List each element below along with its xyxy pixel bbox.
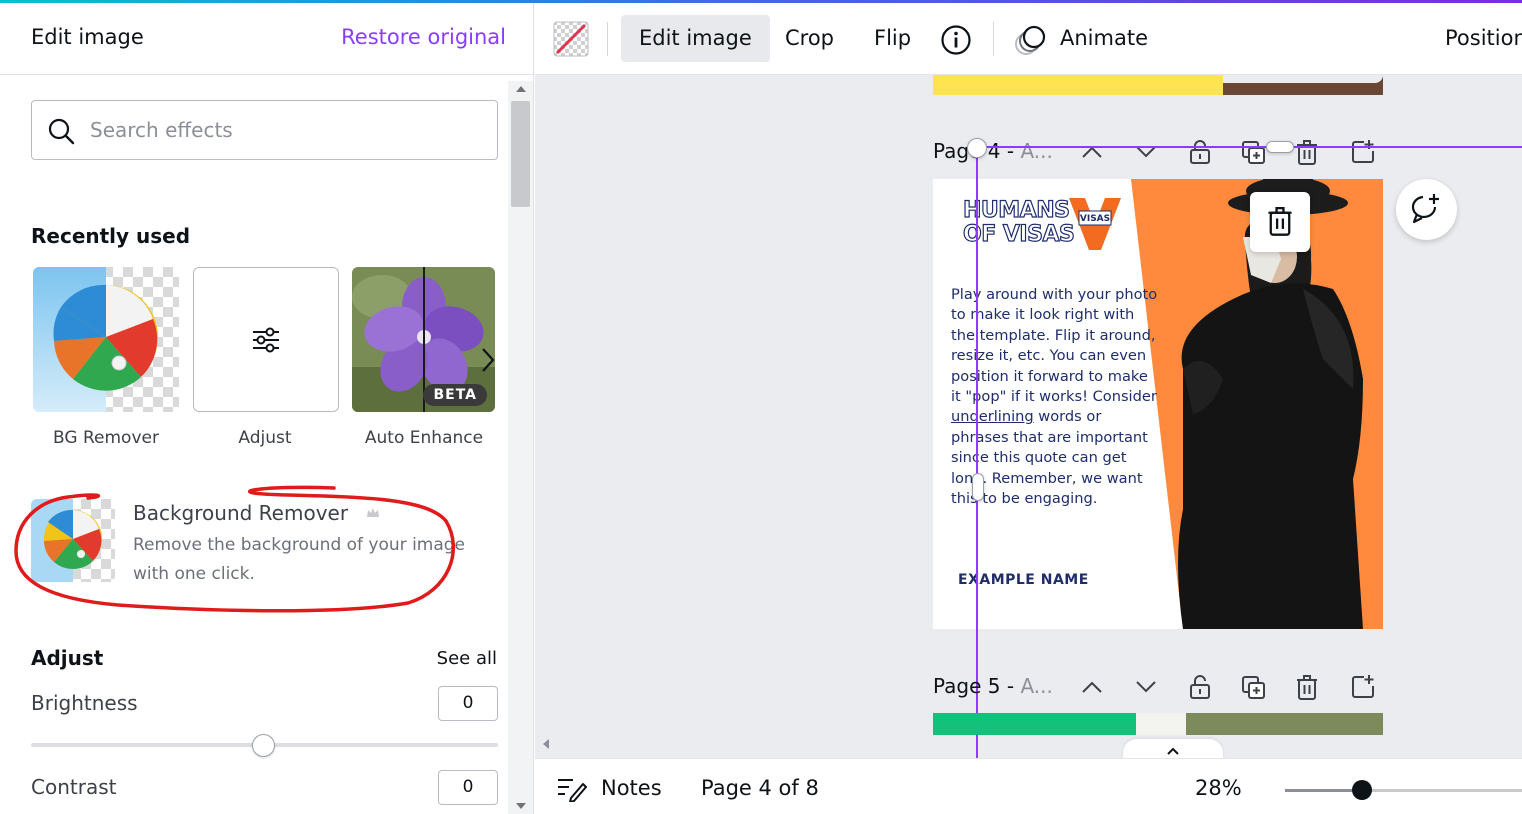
page-4-design[interactable]: HUMANS OF VISAS VISAS Play around with y…	[933, 179, 1383, 629]
auto-enhance-tile[interactable]: BETA	[352, 267, 495, 412]
auto-enhance-label: Auto Enhance	[364, 428, 484, 448]
page-5-label[interactable]: Page 5 - A...	[933, 674, 1053, 698]
scroll-left-arrow[interactable]	[543, 739, 549, 749]
adjust-tile[interactable]	[193, 267, 339, 412]
panel-scrollbar[interactable]	[508, 81, 533, 814]
delete-element-button[interactable]	[1250, 192, 1310, 252]
trash-icon	[1268, 207, 1292, 236]
chevron-up-icon[interactable]	[1081, 680, 1103, 694]
page-3-preview[interactable]	[933, 75, 1383, 95]
brightness-value-input[interactable]: 0	[438, 686, 498, 721]
zoom-percentage[interactable]: 28%	[1195, 776, 1242, 800]
see-all-link[interactable]: See all	[437, 648, 497, 669]
add-page-icon[interactable]	[1350, 674, 1376, 700]
selection-side-handle[interactable]	[972, 473, 984, 501]
visas-badge-text: VISAS	[1079, 214, 1111, 224]
page-4-label[interactable]: Page 4 - A...	[933, 139, 1053, 163]
recently-used-heading: Recently used	[31, 224, 191, 248]
edit-image-button[interactable]: Edit image	[621, 15, 770, 62]
adjust-sliders-icon	[253, 327, 279, 353]
scroll-down-arrow[interactable]	[516, 803, 526, 809]
adjust-heading: Adjust	[31, 646, 104, 670]
beta-badge: BETA	[423, 384, 487, 406]
beach-ball-image	[31, 499, 102, 582]
brightness-label: Brightness	[31, 691, 138, 715]
toolbar-divider	[607, 22, 608, 56]
panel-title: Edit image	[31, 25, 144, 49]
humans-of-visas-logo-text: HUMANS OF VISAS	[962, 198, 1075, 247]
page-indicator[interactable]: Page 4 of 8	[701, 776, 819, 800]
lock-icon[interactable]	[1189, 139, 1211, 165]
position-button[interactable]: Position	[1427, 15, 1522, 62]
adjust-label: Adjust	[238, 428, 292, 448]
edit-image-panel: Edit image Restore original Recently use…	[0, 3, 534, 814]
flip-button[interactable]: Flip	[856, 15, 929, 62]
transparency-icon[interactable]	[553, 21, 589, 61]
bg-remover-label: BG Remover	[53, 428, 159, 448]
image-toolbar: Edit image Crop Flip Animate Position	[535, 3, 1522, 75]
add-comment-button[interactable]	[1396, 179, 1457, 240]
contrast-value-input[interactable]: 0	[438, 770, 498, 805]
toolbar-divider	[993, 22, 994, 56]
background-remover-title[interactable]: Background Remover	[133, 501, 348, 525]
visas-v-logo	[1069, 198, 1121, 250]
selection-corner-handle[interactable]	[967, 138, 987, 158]
crown-icon	[367, 508, 379, 517]
bottom-bar: Notes Page 4 of 8 28%	[535, 758, 1522, 814]
page-5-header: Page 5 - A...	[933, 674, 1393, 704]
page-4-header: Page 4 - A...	[933, 139, 1393, 169]
trash-icon[interactable]	[1296, 140, 1318, 166]
brightness-slider-thumb[interactable]	[252, 734, 275, 757]
duplicate-icon[interactable]	[1241, 675, 1267, 701]
panel-header: Edit image Restore original	[0, 3, 533, 75]
add-page-icon[interactable]	[1350, 139, 1376, 165]
contrast-label: Contrast	[31, 775, 117, 799]
comment-add-icon	[1411, 194, 1439, 224]
design-canvas[interactable]: Page 4 - A... HUMANS OF VISAS VISAS Play…	[535, 75, 1522, 758]
selection-vertical-guide	[976, 145, 978, 758]
background-remover-thumbnail[interactable]	[31, 499, 115, 582]
search-effects-input[interactable]	[90, 115, 480, 145]
chevron-down-icon[interactable]	[1135, 680, 1157, 694]
info-icon[interactable]	[940, 24, 972, 60]
page-5-preview[interactable]	[933, 713, 1383, 735]
lock-icon[interactable]	[1189, 674, 1211, 700]
collapse-pages-tab[interactable]	[1123, 739, 1223, 758]
selection-horizontal-guide	[976, 146, 1522, 148]
duplicate-icon[interactable]	[1241, 140, 1267, 166]
restore-original-link[interactable]: Restore original	[341, 25, 506, 49]
search-effects-box[interactable]	[31, 100, 498, 160]
animate-button[interactable]: Animate	[1042, 15, 1166, 62]
selection-top-handle[interactable]	[1266, 141, 1294, 153]
beach-ball-image	[33, 267, 158, 412]
zoom-slider-fill	[1285, 789, 1362, 792]
chevron-right-icon[interactable]	[480, 346, 496, 374]
search-icon	[48, 118, 75, 145]
trash-icon[interactable]	[1296, 675, 1318, 701]
notes-icon[interactable]	[557, 776, 587, 802]
chevron-up-icon	[1167, 747, 1179, 755]
canva-editor: Edit image Restore original Recently use…	[0, 0, 1522, 814]
scroll-up-arrow[interactable]	[516, 86, 526, 92]
zoom-slider-thumb[interactable]	[1352, 780, 1372, 800]
background-remover-description: Remove the background of your image with…	[133, 535, 466, 584]
bg-remover-tile[interactable]	[33, 267, 179, 412]
crop-button[interactable]: Crop	[767, 15, 852, 62]
notes-button[interactable]: Notes	[601, 776, 662, 800]
scroll-thumb[interactable]	[511, 101, 530, 207]
